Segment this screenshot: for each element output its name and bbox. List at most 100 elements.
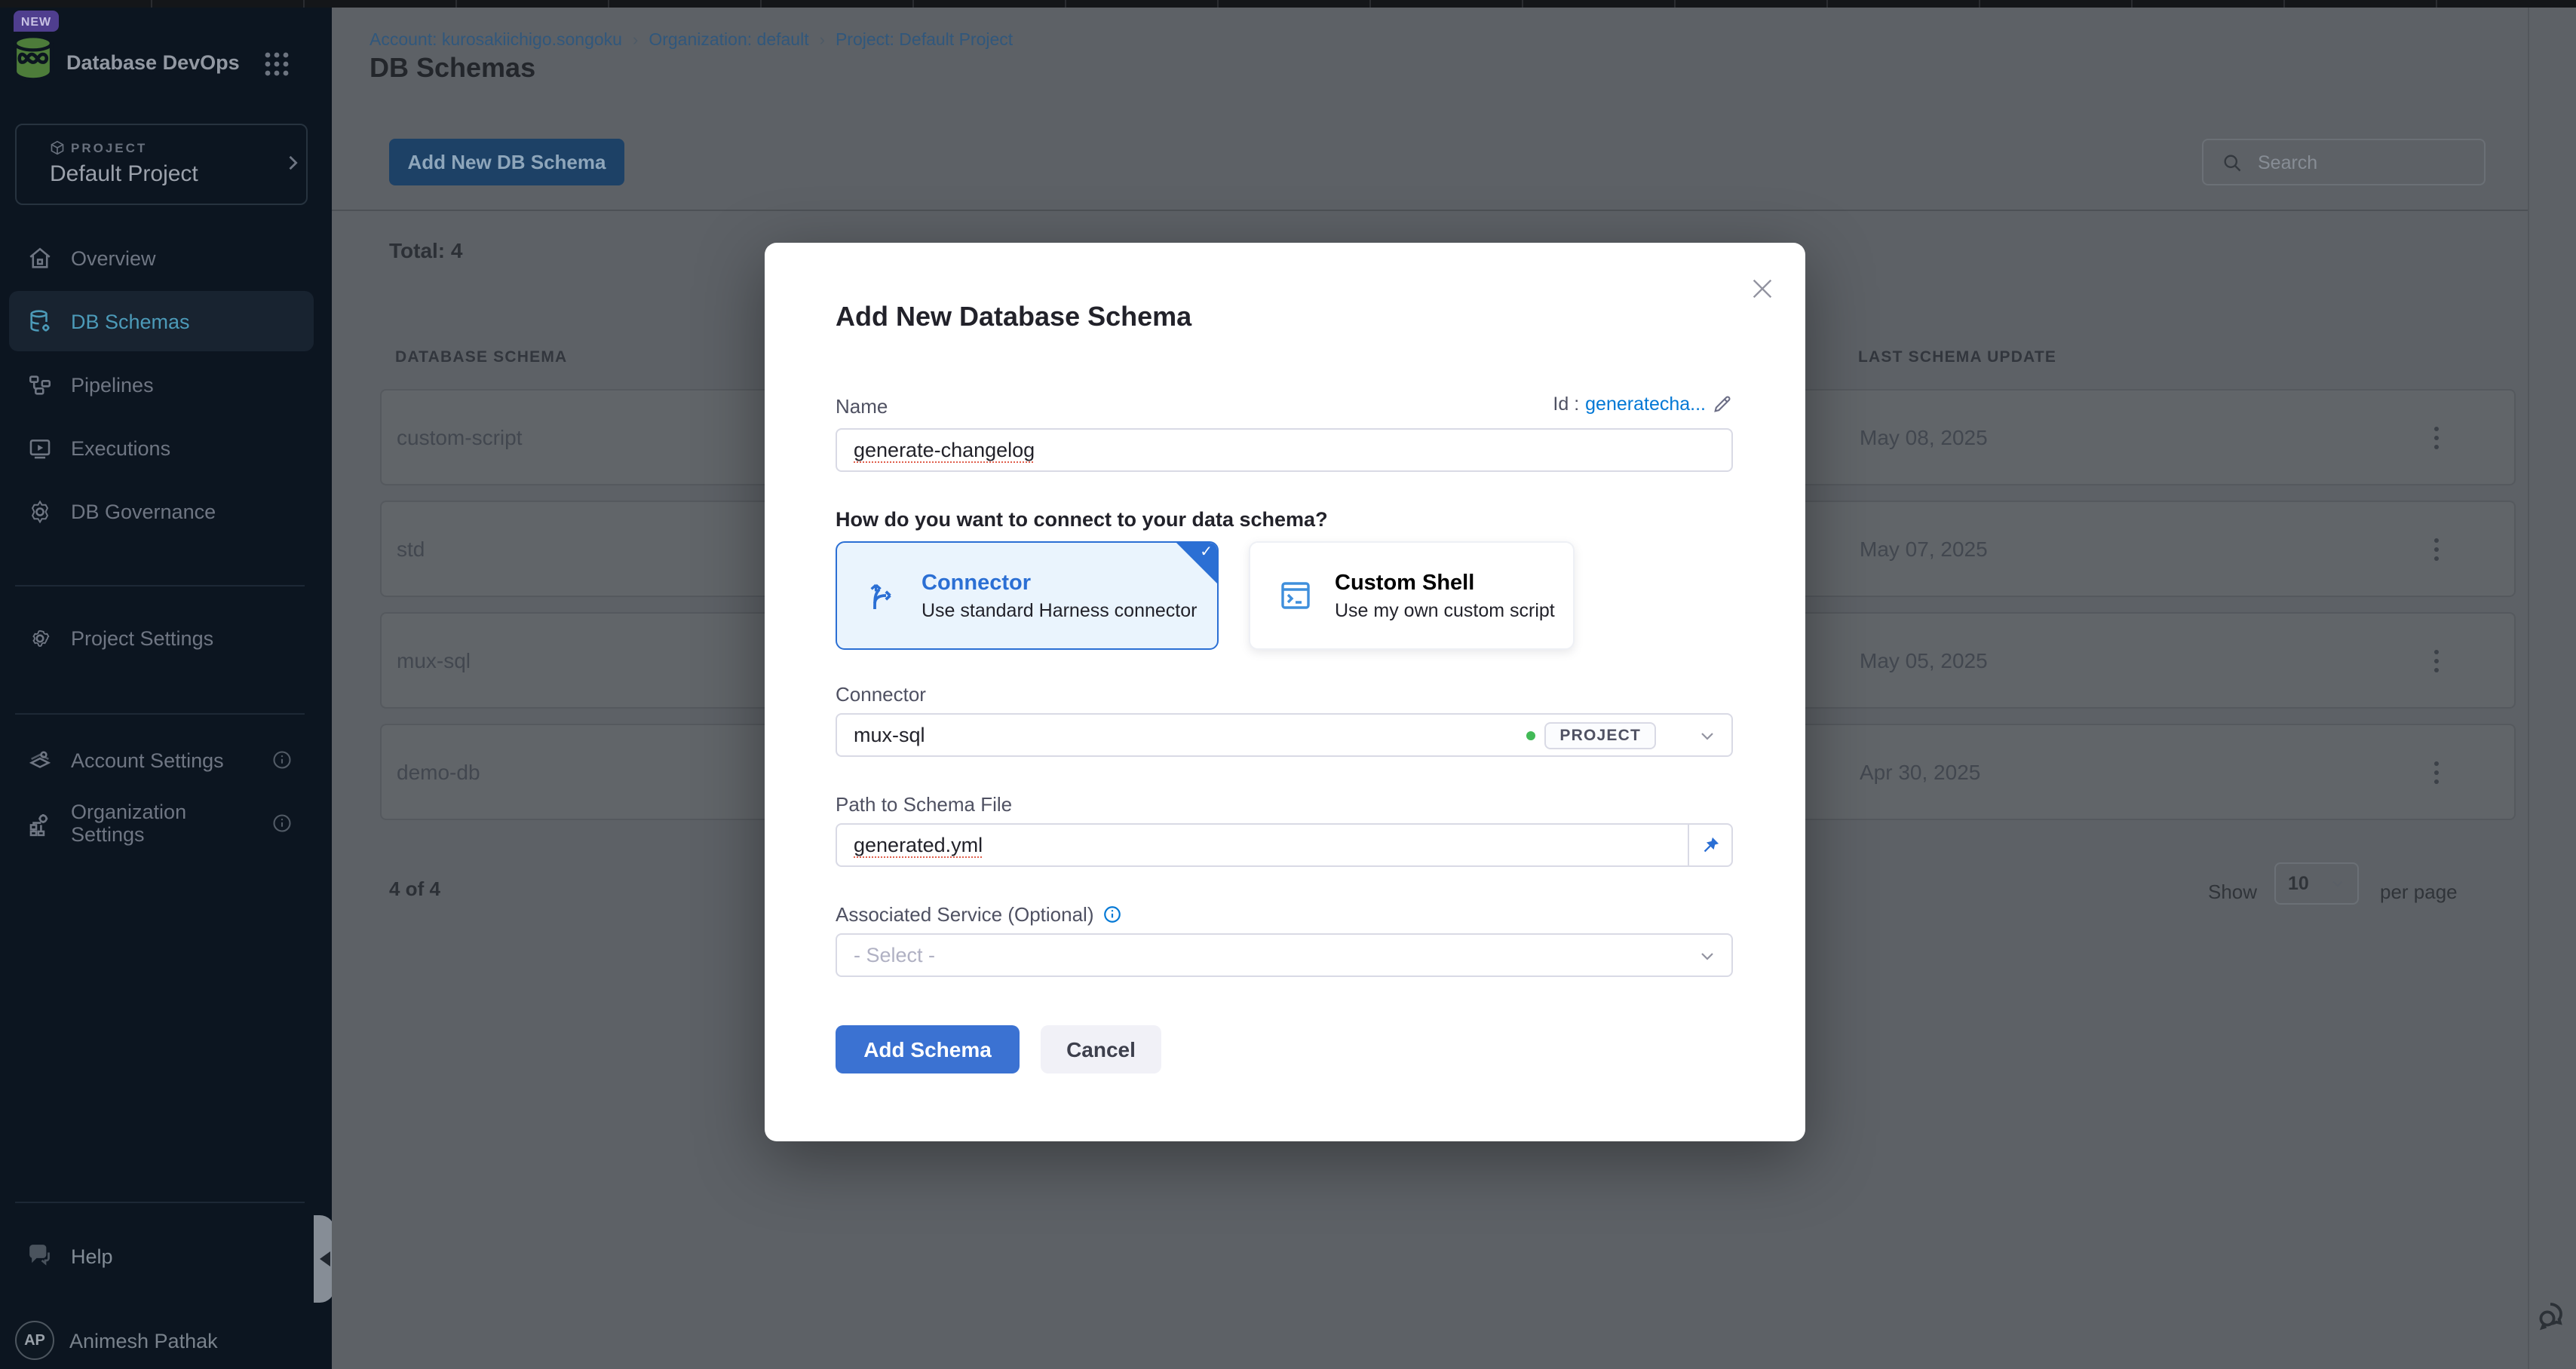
pipelines-icon [27,372,53,397]
sidebar-item-db-governance[interactable]: DB Governance [0,481,332,541]
info-icon[interactable] [271,749,293,770]
layers-icon [27,747,53,773]
breadcrumb-project[interactable]: Project: Default Project [836,32,1013,50]
option-title: Custom Shell [1335,571,1555,595]
schema-name: custom-script [397,425,522,449]
connector-fork-icon [864,577,900,614]
sidebar-item-db-schemas[interactable]: DB Schemas [9,291,314,351]
option-subtitle: Use standard Harness connector [922,599,1197,620]
cancel-button[interactable]: Cancel [1041,1025,1161,1073]
pin-icon[interactable] [1688,825,1731,865]
project-selector[interactable]: PROJECT Default Project [15,124,308,205]
path-label: Path to Schema File [836,793,1012,816]
breadcrumb-account[interactable]: Account: kurosakiichigo.songoku [370,32,622,50]
column-header-schema: DATABASE SCHEMA [395,348,567,366]
sidebar-item-executions[interactable]: Executions [0,418,332,478]
cube-icon [50,140,65,155]
avatar: AP [15,1321,54,1360]
total-count: Total: 4 [389,238,463,262]
row-menu-button[interactable] [2415,751,2457,793]
close-icon[interactable] [1746,273,1777,303]
pagination-range: 4 of 4 [389,877,440,900]
chevron-separator: › [622,32,649,50]
row-menu-button[interactable] [2415,416,2457,458]
search-box[interactable] [2202,139,2486,185]
schema-name: mux-sql [397,648,471,672]
add-schema-button[interactable]: Add Schema [836,1025,1020,1073]
option-card-custom-shell[interactable]: Custom Shell Use my own custom script [1249,541,1575,650]
name-input[interactable]: generate-changelog [836,428,1733,472]
column-header-updated: LAST SCHEMA UPDATE [1858,348,2056,366]
sidebar-item-organization-settings[interactable]: Organization Settings [0,793,332,853]
sidebar-item-account-settings[interactable]: Account Settings [0,730,332,790]
status-dot [1526,730,1535,740]
schema-name: demo-db [397,760,480,784]
connector-select[interactable]: mux-sql PROJECT [836,713,1733,757]
schema-updated: May 07, 2025 [1860,537,1988,561]
pagination-per-page-label: per page [2380,881,2458,903]
schema-name: std [397,537,425,561]
info-icon[interactable] [271,813,293,834]
sidebar-item-pipelines[interactable]: Pipelines [0,354,332,415]
page-title: DB Schemas [370,53,535,84]
app-title: Database DevOps [66,51,240,74]
search-icon [2222,152,2243,173]
option-title: Connector [922,571,1197,595]
help-chat-icon: ? [27,1242,54,1269]
page-size-select[interactable]: 10 [2274,862,2359,905]
terminal-icon [1277,577,1314,614]
project-selector-label: PROJECT [50,140,147,155]
chevron-right-icon [282,152,303,173]
connector-label: Connector [836,683,926,706]
sidebar-item-overview[interactable]: Overview [0,228,332,288]
module-grid-icon[interactable] [264,51,290,77]
breadcrumb-organization[interactable]: Organization: default [649,32,808,50]
info-icon[interactable] [1103,905,1123,924]
user-menu[interactable]: AP Animesh Pathak [0,1313,332,1367]
add-new-db-schema-button[interactable]: Add New DB Schema [389,139,624,185]
scope-badge: PROJECT [1544,721,1656,749]
divider [332,210,2528,211]
pagination-show-label: Show [2208,881,2257,903]
service-select[interactable]: - Select - [836,933,1733,977]
chevron-down-icon [2330,876,2345,891]
right-rail-divider [2528,8,2529,1369]
sidebar-item-project-settings[interactable]: Project Settings [0,608,332,668]
home-icon [27,245,53,271]
svg-text:?: ? [35,1247,41,1256]
schema-updated: Apr 30, 2025 [1860,760,1980,784]
schema-updated: May 08, 2025 [1860,425,1988,449]
new-badge: NEW [14,11,59,32]
chevron-left-icon [319,1251,330,1266]
option-card-connector[interactable]: Connector Use standard Harness connector… [836,541,1219,650]
sidebar: NEW Database DevOps [0,8,332,1369]
chevron-separator: › [809,32,836,50]
user-name: Animesh Pathak [69,1329,218,1352]
modal-title: Add New Database Schema [836,302,1191,333]
row-menu-button[interactable] [2415,528,2457,570]
row-menu-button[interactable] [2415,639,2457,681]
chevron-down-icon [1698,946,1716,964]
org-settings-icon [27,810,53,836]
path-input[interactable]: generated.yml [836,823,1733,867]
service-label: Associated Service (Optional) [836,903,1094,926]
browser-chrome-strip [0,0,2576,8]
sidebar-divider [15,585,305,586]
governance-gear-icon [27,498,53,524]
check-icon: ✓ [1200,544,1213,561]
sidebar-divider [15,713,305,715]
sidebar-item-help[interactable]: ? Help [0,1229,332,1283]
project-selector-value: Default Project [50,161,198,187]
breadcrumb: Account: kurosakiichigo.songoku › Organi… [370,32,1013,50]
chevron-down-icon [1698,726,1716,744]
search-input[interactable] [2255,150,2457,174]
support-chat-icon[interactable] [2537,1297,2573,1333]
id-value-link[interactable]: generatecha... [1585,394,1706,415]
edit-pencil-icon[interactable] [1712,394,1733,415]
sidebar-divider [15,1202,305,1203]
executions-icon [27,435,53,461]
option-subtitle: Use my own custom script [1335,599,1555,620]
add-schema-modal: Add New Database Schema Name Id : genera… [765,243,1805,1141]
screen: NEW Database DevOps [0,0,2576,1369]
harness-dbops-logo [9,33,57,81]
